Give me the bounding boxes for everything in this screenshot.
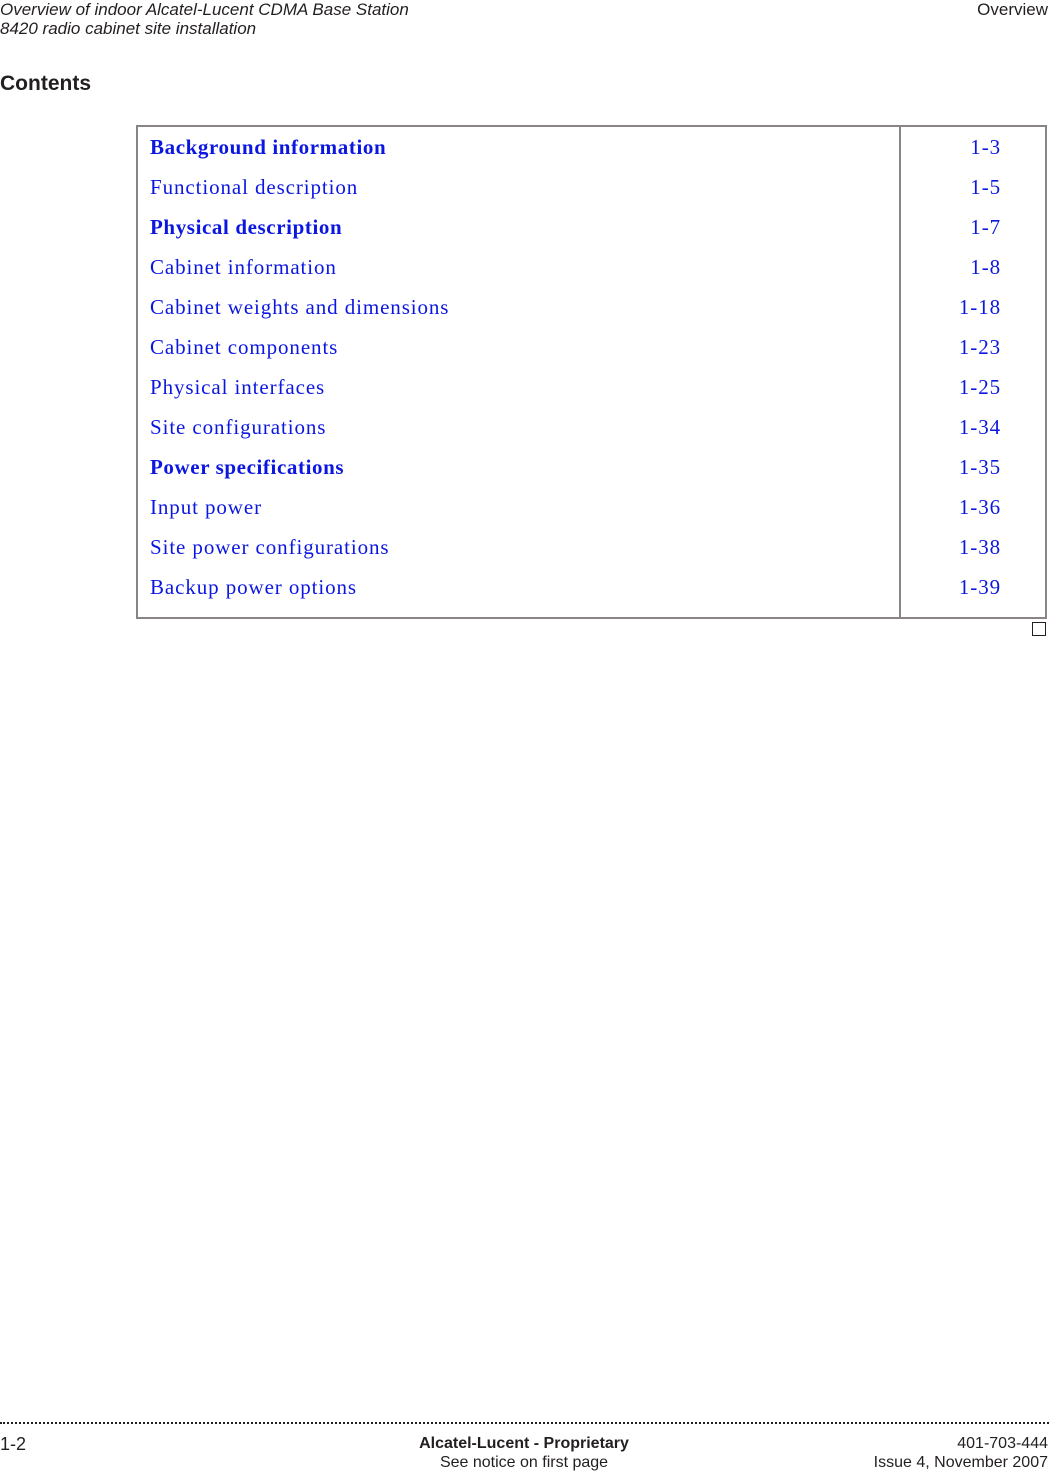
toc-entry-link[interactable]: Cabinet weights and dimensions bbox=[150, 287, 449, 327]
toc-page-link[interactable]: 1-39 bbox=[959, 567, 1001, 607]
toc-row: Physical description 1-7 bbox=[138, 207, 1045, 247]
toc-entry-link[interactable]: Physical description bbox=[150, 207, 342, 247]
toc-entry-link[interactable]: Cabinet components bbox=[150, 327, 338, 367]
toc-entry-link[interactable]: Cabinet information bbox=[150, 247, 337, 287]
toc-page-link[interactable]: 1-25 bbox=[959, 367, 1001, 407]
footer-page-number: 1-2 bbox=[0, 1434, 27, 1454]
header-title-line-1: Overview of indoor Alcatel-Lucent CDMA B… bbox=[0, 0, 409, 19]
toc-page-link[interactable]: 1-38 bbox=[959, 527, 1001, 567]
running-header-title: Overview of indoor Alcatel-Lucent CDMA B… bbox=[0, 0, 409, 38]
end-of-section-marker-icon bbox=[1032, 622, 1046, 636]
toc-row: Functional description 1-5 bbox=[138, 167, 1045, 207]
toc-page-link[interactable]: 1-18 bbox=[959, 287, 1001, 327]
toc-entry-link[interactable]: Functional description bbox=[150, 167, 358, 207]
toc-page-link[interactable]: 1-23 bbox=[959, 327, 1001, 367]
toc-entry-link[interactable]: Site power configurations bbox=[150, 527, 389, 567]
toc-page-link[interactable]: 1-8 bbox=[970, 247, 1001, 287]
footer-document-info: 401-703-444 Issue 4, November 2007 bbox=[874, 1434, 1048, 1472]
toc-entry-link[interactable]: Power specifications bbox=[150, 447, 344, 487]
toc-row: Backup power options 1-39 bbox=[138, 567, 1045, 607]
footer-notice-text: See notice on first page bbox=[439, 1454, 609, 1471]
toc-row: Site power configurations 1-38 bbox=[138, 527, 1045, 567]
toc-page-link[interactable]: 1-7 bbox=[970, 207, 1001, 247]
toc-page-link[interactable]: 1-36 bbox=[959, 487, 1001, 527]
footer-dotted-rule bbox=[0, 1422, 1049, 1424]
toc-row: Background information 1-3 bbox=[138, 127, 1045, 167]
toc-page-link[interactable]: 1-3 bbox=[970, 127, 1001, 167]
toc-row: Cabinet weights and dimensions 1-18 bbox=[138, 287, 1045, 327]
contents-heading: Contents bbox=[0, 72, 91, 95]
toc-entry-link[interactable]: Backup power options bbox=[150, 567, 357, 607]
toc-table: Background information 1-3 Functional de… bbox=[136, 125, 1047, 619]
toc-row: Physical interfaces 1-25 bbox=[138, 367, 1045, 407]
footer-document-number: 401-703-444 bbox=[957, 1435, 1048, 1452]
toc-row: Site configurations 1-34 bbox=[138, 407, 1045, 447]
toc-page-link[interactable]: 1-34 bbox=[959, 407, 1001, 447]
toc-entry-link[interactable]: Input power bbox=[150, 487, 262, 527]
toc-entry-link[interactable]: Site configurations bbox=[150, 407, 326, 447]
toc-entry-link[interactable]: Background information bbox=[150, 127, 386, 167]
toc-page-link[interactable]: 1-35 bbox=[959, 447, 1001, 487]
footer-proprietary-notice: Alcatel-Lucent - Proprietary See notice … bbox=[419, 1434, 629, 1472]
footer-proprietary-label: Alcatel-Lucent - Proprietary bbox=[419, 1435, 629, 1452]
toc-row: Cabinet information 1-8 bbox=[138, 247, 1045, 287]
running-header-section: Overview bbox=[977, 0, 1048, 19]
toc-row: Input power 1-36 bbox=[138, 487, 1045, 527]
footer-issue: Issue 4, November 2007 bbox=[873, 1454, 1048, 1471]
toc-row: Cabinet components 1-23 bbox=[138, 327, 1045, 367]
toc-page-link[interactable]: 1-5 bbox=[970, 167, 1001, 207]
toc-entry-link[interactable]: Physical interfaces bbox=[150, 367, 325, 407]
toc-row: Power specifications 1-35 bbox=[138, 447, 1045, 487]
header-title-line-2: 8420 radio cabinet site installation bbox=[0, 19, 257, 38]
